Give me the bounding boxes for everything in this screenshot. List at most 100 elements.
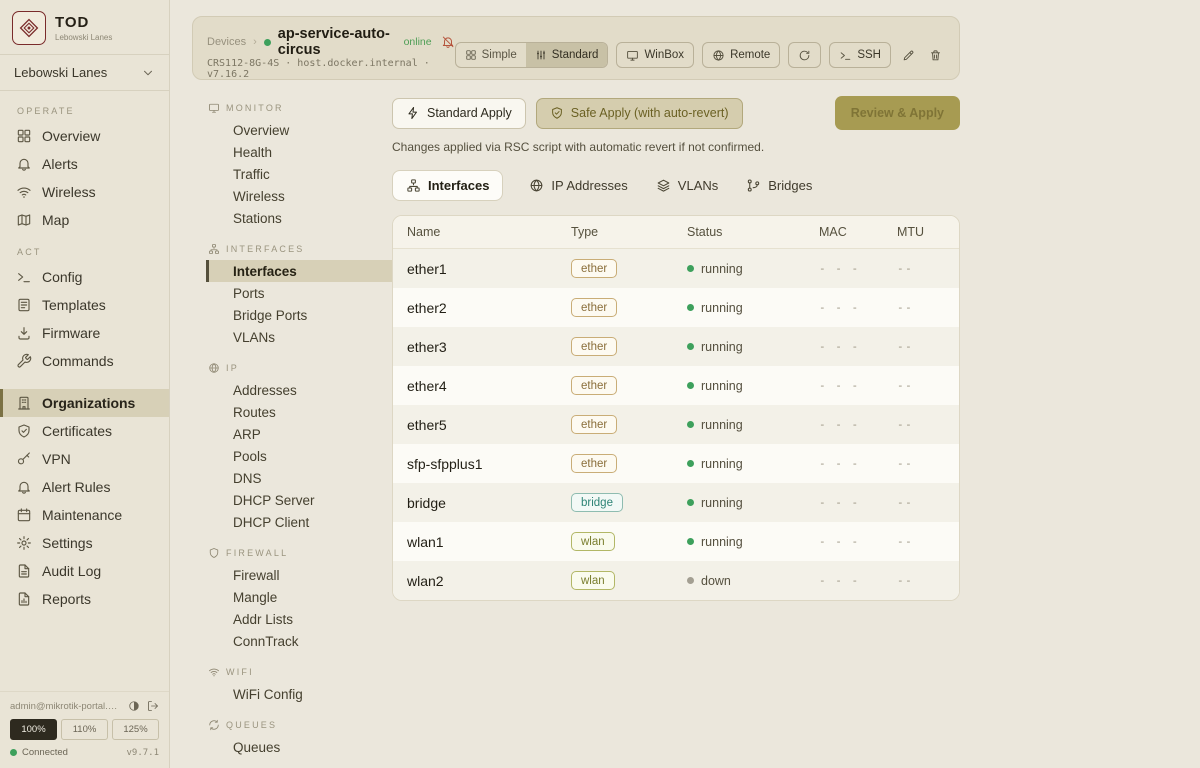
safe-apply-button[interactable]: Safe Apply (with auto-revert): [536, 98, 743, 129]
winbox-button[interactable]: WinBox: [616, 42, 694, 68]
subnav-item-ports[interactable]: Ports: [206, 282, 392, 304]
sidebar-item-map[interactable]: Map: [0, 206, 169, 234]
type-badge: ether: [571, 298, 617, 317]
tab-interfaces[interactable]: Interfaces: [392, 170, 503, 201]
status-text: running: [701, 262, 743, 276]
breadcrumb-devices-link[interactable]: Devices: [207, 36, 246, 48]
view-mode-standard[interactable]: Standard: [526, 43, 608, 67]
subnav-item-traffic[interactable]: Traffic: [206, 163, 392, 185]
subnav-item-wifi-config[interactable]: WiFi Config: [206, 683, 392, 705]
zoom-125-button[interactable]: 125%: [112, 719, 159, 740]
delete-button[interactable]: [926, 42, 945, 68]
review-apply-button[interactable]: Review & Apply: [835, 96, 960, 130]
subnav-item-dhcp-client[interactable]: DHCP Client: [206, 511, 392, 533]
subnav-item-health[interactable]: Health: [206, 141, 392, 163]
refresh-button[interactable]: [788, 42, 821, 68]
cell-name: ether2: [407, 300, 571, 316]
subnav-group-queues: QUEUES: [208, 719, 392, 731]
cell-mac: - - -: [819, 262, 897, 275]
cell-status: running: [687, 262, 819, 276]
table-row-sfp-sfpplus1[interactable]: sfp-sfpplus1etherrunning- - ---: [393, 444, 959, 483]
theme-toggle[interactable]: [128, 700, 140, 712]
table-row-ether4[interactable]: ether4etherrunning- - ---: [393, 366, 959, 405]
cell-mtu: --: [897, 379, 945, 392]
status-dot: [687, 265, 694, 272]
subnav-item-dhcp-server[interactable]: DHCP Server: [206, 489, 392, 511]
network-icon: [406, 178, 421, 193]
standard-apply-button[interactable]: Standard Apply: [392, 98, 526, 129]
sidebar-item-label: Firmware: [42, 325, 100, 341]
subnav-item-addresses[interactable]: Addresses: [206, 379, 392, 401]
sidebar-item-templates[interactable]: Templates: [0, 291, 169, 319]
subnav-item-vlans[interactable]: VLANs: [206, 326, 392, 348]
cell-name: wlan1: [407, 534, 571, 550]
sidebar-item-label: Wireless: [42, 184, 96, 200]
subnav-item-wireless[interactable]: Wireless: [206, 185, 392, 207]
table-row-wlan2[interactable]: wlan2wlandown- - ---: [393, 561, 959, 600]
globe-icon: [712, 49, 725, 62]
status-text: running: [701, 301, 743, 315]
remote-button[interactable]: Remote: [702, 42, 780, 68]
column-header-status: Status: [687, 225, 819, 239]
app-version: v9.7.1: [126, 748, 159, 758]
zoom-110-button[interactable]: 110%: [61, 719, 108, 740]
tab-ip-addresses[interactable]: IP Addresses: [527, 171, 629, 200]
sidebar-item-overview[interactable]: Overview: [0, 122, 169, 150]
cell-mtu: --: [897, 496, 945, 509]
subnav-item-interfaces[interactable]: Interfaces: [206, 260, 392, 282]
sidebar-item-vpn[interactable]: VPN: [0, 445, 169, 473]
table-row-bridge[interactable]: bridgebridgerunning- - ---: [393, 483, 959, 522]
breadcrumb-separator: ›: [253, 36, 257, 48]
sidebar-item-settings[interactable]: Settings: [0, 529, 169, 557]
subnav-item-arp[interactable]: ARP: [206, 423, 392, 445]
subnav-item-stations[interactable]: Stations: [206, 207, 392, 229]
tab-bridges[interactable]: Bridges: [744, 171, 814, 200]
ssh-button[interactable]: SSH: [829, 42, 891, 68]
sidebar-item-certificates[interactable]: Certificates: [0, 417, 169, 445]
subnav-item-queues[interactable]: Queues: [206, 736, 392, 758]
zoom-100-button[interactable]: 100%: [10, 719, 57, 740]
sidebar-item-audit-log[interactable]: Audit Log: [0, 557, 169, 585]
sidebar-item-organizations[interactable]: Organizations: [0, 389, 169, 417]
org-switcher[interactable]: Lebowski Lanes: [0, 54, 169, 91]
tool-icon: [16, 353, 32, 369]
subnav-item-overview[interactable]: Overview: [206, 119, 392, 141]
sidebar-item-firmware[interactable]: Firmware: [0, 319, 169, 347]
subnav-group-label: IP: [226, 363, 239, 373]
sidebar-item-alert-rules[interactable]: Alert Rules: [0, 473, 169, 501]
subnav-item-dns[interactable]: DNS: [206, 467, 392, 489]
table-row-wlan1[interactable]: wlan1wlanrunning- - ---: [393, 522, 959, 561]
tab-vlans[interactable]: VLANs: [654, 171, 720, 200]
tab-label: IP Addresses: [551, 178, 627, 193]
sidebar-item-alerts[interactable]: Alerts: [0, 150, 169, 178]
cell-mtu: --: [897, 262, 945, 275]
connection-status-dot: [10, 749, 17, 756]
subnav-item-conntrack[interactable]: ConnTrack: [206, 630, 392, 652]
sidebar-item-maintenance[interactable]: Maintenance: [0, 501, 169, 529]
table-row-ether1[interactable]: ether1etherrunning- - ---: [393, 249, 959, 288]
table-row-ether2[interactable]: ether2etherrunning- - ---: [393, 288, 959, 327]
sidebar-item-wireless[interactable]: Wireless: [0, 178, 169, 206]
subnav-item-addr-lists[interactable]: Addr Lists: [206, 608, 392, 630]
subnav-item-firewall[interactable]: Firewall: [206, 564, 392, 586]
device-action-buttons: WinBox Remote SSH: [616, 42, 945, 68]
subnav-group-ip: IP: [208, 362, 392, 374]
sidebar-item-commands[interactable]: Commands: [0, 347, 169, 375]
sidebar-item-config[interactable]: Config: [0, 263, 169, 291]
shield-check-icon: [16, 423, 32, 439]
subnav-item-bridge-ports[interactable]: Bridge Ports: [206, 304, 392, 326]
column-header-name: Name: [407, 225, 571, 239]
subnav-item-routes[interactable]: Routes: [206, 401, 392, 423]
subnav-item-mangle[interactable]: Mangle: [206, 586, 392, 608]
alerts-muted-toggle[interactable]: [441, 35, 455, 49]
subnav-item-pools[interactable]: Pools: [206, 445, 392, 467]
column-header-mtu: MTU: [897, 225, 945, 239]
table-row-ether3[interactable]: ether3etherrunning- - ---: [393, 327, 959, 366]
logout-button[interactable]: [147, 700, 159, 712]
sidebar-item-reports[interactable]: Reports: [0, 585, 169, 613]
edit-button[interactable]: [899, 42, 918, 68]
cell-name: ether1: [407, 261, 571, 277]
table-row-ether5[interactable]: ether5etherrunning- - ---: [393, 405, 959, 444]
view-mode-simple[interactable]: Simple: [456, 43, 526, 67]
connection-status: Connected: [22, 747, 68, 758]
